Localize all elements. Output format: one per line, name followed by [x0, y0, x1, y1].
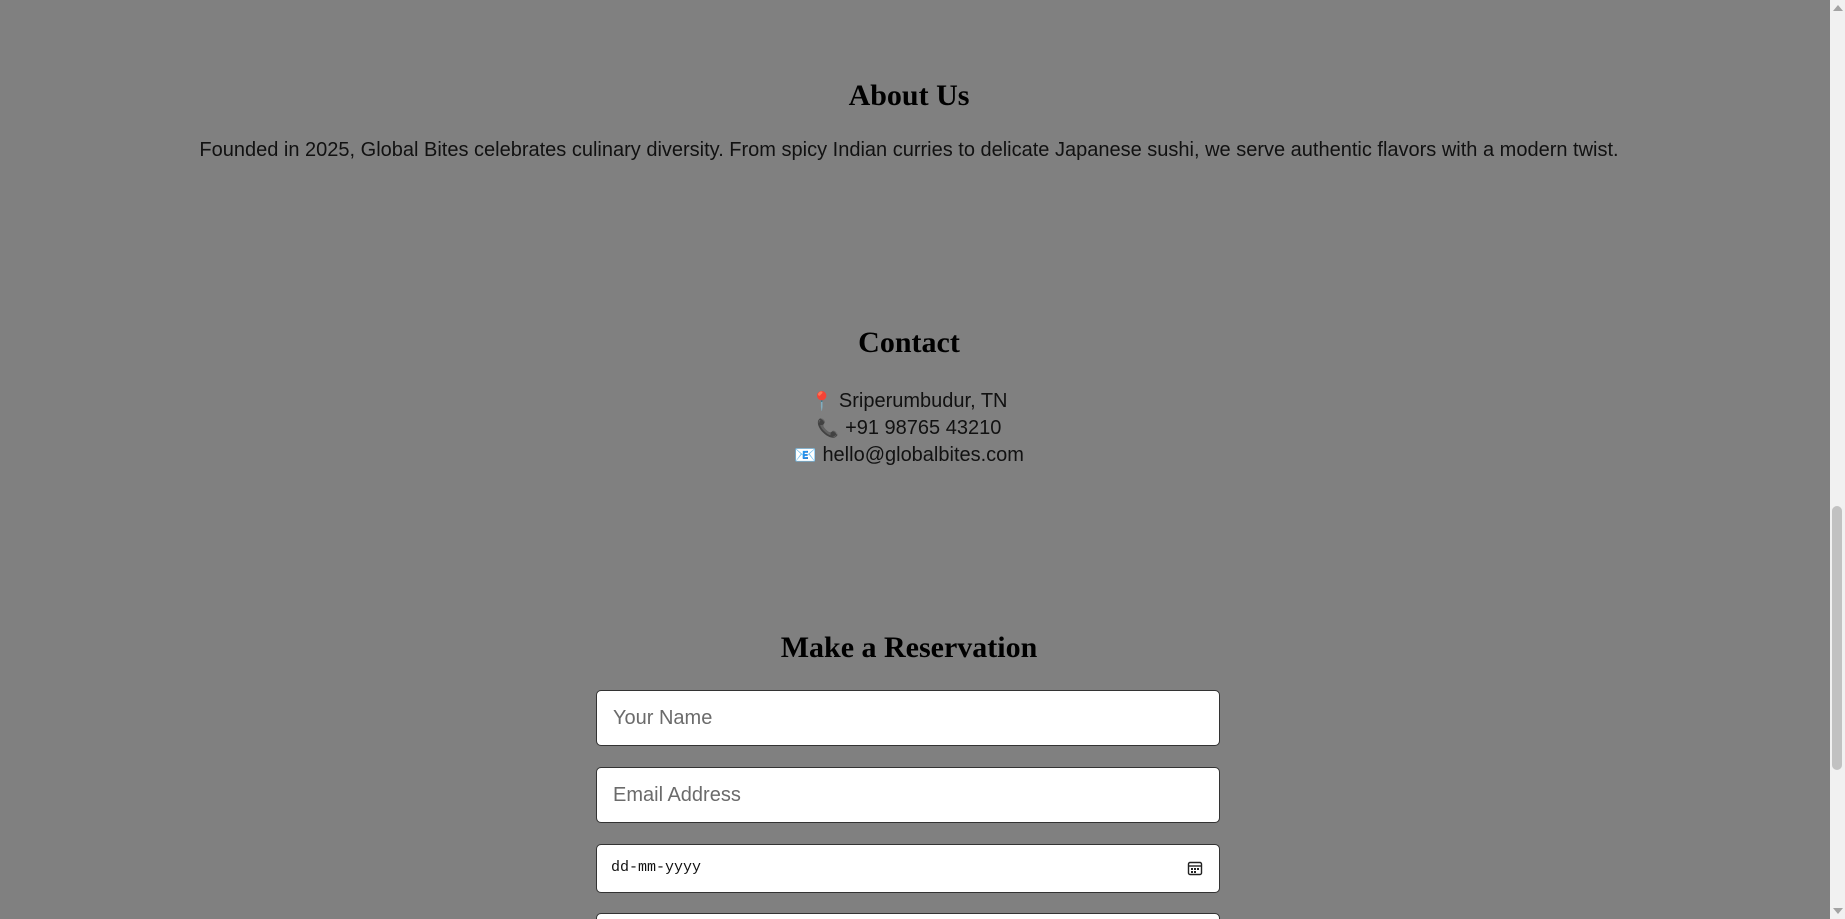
- contact-list: 📍 Sriperumbudur, TN 📞 +91 98765 43210 📧 hel…: [0, 388, 1818, 469]
- time-input[interactable]: [596, 913, 1220, 919]
- calendar-icon[interactable]: [1187, 860, 1203, 876]
- date-placeholder: dd-mm-yyyy: [611, 859, 702, 876]
- scroll-up-icon[interactable]: [1833, 5, 1843, 11]
- phone-icon: 📞: [816, 418, 840, 438]
- date-input[interactable]: dd-mm-yyyy: [596, 844, 1220, 893]
- contact-address-text: Sriperumbudur, TN: [838, 390, 1008, 412]
- contact-phone-text: +91 98765 43210: [845, 417, 1002, 439]
- name-input[interactable]: [596, 690, 1220, 746]
- contact-heading: Contact: [858, 326, 960, 359]
- email-input[interactable]: [596, 767, 1220, 823]
- reservation-heading: Make a Reservation: [780, 631, 1038, 664]
- contact-phone: 📞 +91 98765 43210: [0, 415, 1818, 442]
- about-text: Founded in 2025, Global Bites celebrates…: [199, 139, 1619, 161]
- contact-address: 📍 Sriperumbudur, TN: [0, 388, 1818, 415]
- pin-icon: 📍: [810, 391, 833, 411]
- mail-icon: 📧: [794, 445, 817, 465]
- page: About Us Founded in 2025, Global Bites c…: [0, 0, 1845, 919]
- vertical-scrollbar[interactable]: [1830, 0, 1845, 919]
- contact-email: 📧 hello@globalbites.com: [0, 442, 1818, 469]
- scroll-down-icon[interactable]: [1833, 908, 1843, 914]
- about-heading: About Us: [848, 79, 970, 112]
- scroll-thumb[interactable]: [1832, 506, 1842, 770]
- contact-email-text: hello@globalbites.com: [822, 444, 1024, 466]
- main-content: About Us Founded in 2025, Global Bites c…: [0, 0, 1830, 919]
